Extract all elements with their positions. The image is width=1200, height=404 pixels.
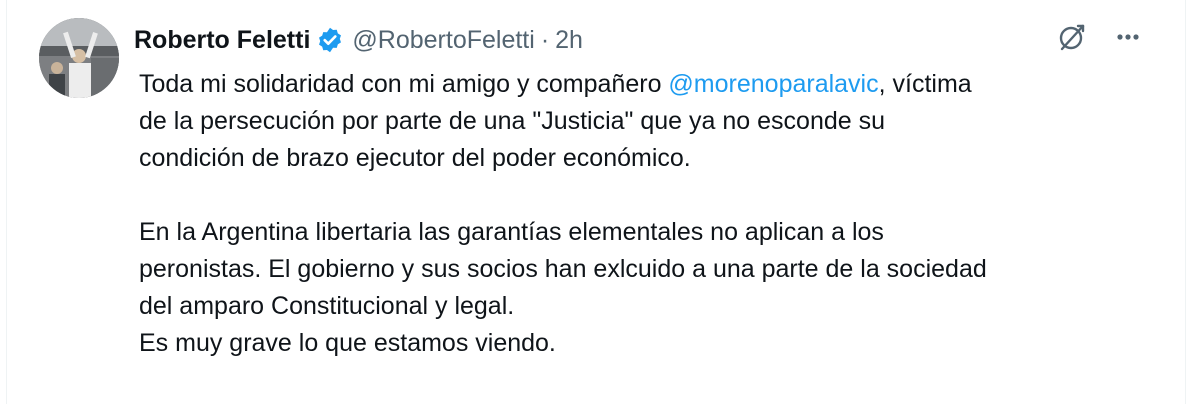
- tweet-line: de la persecución por parte de una "Just…: [139, 107, 886, 135]
- author-name[interactable]: Roberto Feletti: [134, 26, 310, 55]
- timestamp[interactable]: 2h: [555, 26, 583, 55]
- author-handle[interactable]: @RobertoFeletti: [352, 26, 534, 55]
- tweet-text: Toda mi solidaridad con mi amigo y compa…: [139, 66, 1169, 362]
- tweet-text-segment: Toda mi solidaridad con mi amigo y compa…: [139, 70, 669, 98]
- tweet-actions: [1055, 20, 1145, 54]
- tweet-header: Roberto Feletti @RobertoFeletti · 2h: [134, 22, 583, 58]
- verified-badge-icon: [316, 26, 344, 54]
- tweet-line: del amparo Constitucional y legal.: [139, 292, 515, 320]
- grok-icon[interactable]: [1055, 20, 1089, 54]
- tweet-line: Es muy grave lo que estamos viendo.: [139, 329, 556, 357]
- mention-link[interactable]: @morenoparalavic: [668, 70, 878, 98]
- tweet-line: condición de brazo ejecutor del poder ec…: [139, 144, 691, 172]
- tweet-line: peronistas. El gobierno y sus socios han…: [139, 255, 987, 283]
- tweet-text-segment: , víctima: [878, 70, 972, 98]
- tweet-card[interactable]: Roberto Feletti @RobertoFeletti · 2h Tod…: [6, 0, 1186, 404]
- dot-separator: ·: [540, 25, 550, 54]
- tweet-line: Toda mi solidaridad con mi amigo y compa…: [139, 66, 1169, 103]
- more-icon[interactable]: [1111, 20, 1145, 54]
- avatar[interactable]: [39, 18, 119, 98]
- tweet-line: En la Argentina libertaria las garantías…: [139, 218, 884, 246]
